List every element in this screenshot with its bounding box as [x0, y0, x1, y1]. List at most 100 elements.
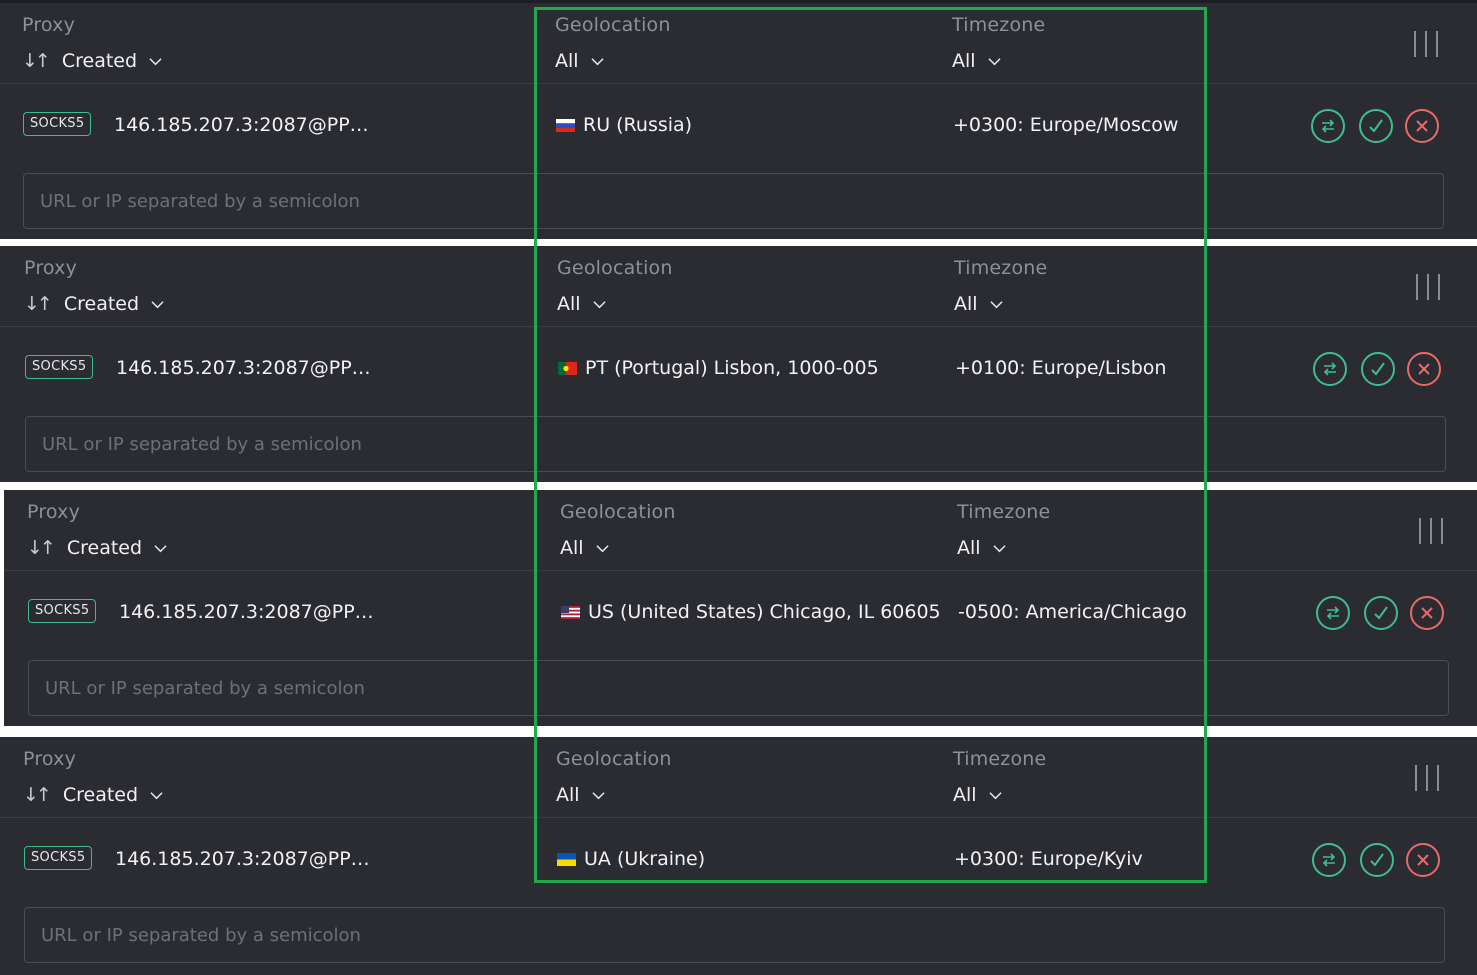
proxy-type-badge: SOCKS5	[28, 599, 97, 623]
close-icon	[1416, 120, 1428, 132]
proxy-address: 146.185.207.3:2087@PP…	[114, 114, 369, 136]
check-icon	[1370, 853, 1384, 867]
proxy-column-label: Proxy	[24, 257, 78, 279]
swap-icon	[1326, 606, 1340, 620]
check-button[interactable]	[1361, 352, 1395, 386]
proxy-panel-1: Proxy ↓↑ Created Geolocation All Timezon…	[0, 3, 1477, 239]
proxy-address: 146.185.207.3:2087@PP…	[116, 357, 371, 379]
chevron-down-icon	[595, 544, 609, 552]
proxy-column-label: Proxy	[22, 14, 76, 36]
url-input-box[interactable]	[24, 907, 1445, 963]
url-input[interactable]	[24, 174, 1443, 228]
geolocation-filter[interactable]: All	[555, 50, 604, 72]
geolocation-value: RU (Russia)	[556, 114, 692, 136]
timezone-filter-value: All	[957, 537, 981, 559]
proxy-panel-4: Proxy ↓↑ Created Geolocation All Timezon…	[0, 737, 1477, 975]
timezone-value: +0100: Europe/Lisbon	[955, 357, 1167, 379]
timezone-filter-value: All	[952, 50, 976, 72]
sort-icon: ↓↑	[24, 293, 53, 315]
sort-icon: ↓↑	[23, 784, 52, 806]
sort-dropdown[interactable]: ↓↑ Created	[24, 293, 164, 315]
remove-button[interactable]	[1406, 843, 1440, 877]
chevron-down-icon	[154, 544, 167, 552]
timezone-filter[interactable]: All	[957, 537, 1006, 559]
url-input-box[interactable]	[28, 660, 1449, 716]
remove-button[interactable]	[1405, 109, 1439, 143]
columns-icon[interactable]	[1416, 274, 1440, 300]
chevron-down-icon	[591, 791, 605, 799]
sort-label: Created	[63, 293, 140, 315]
url-input[interactable]	[29, 661, 1448, 715]
swap-button[interactable]	[1312, 843, 1346, 877]
flag-pt-icon	[558, 361, 577, 375]
geolocation-value: UA (Ukraine)	[557, 848, 705, 870]
proxy-panel-2: Proxy ↓↑ Created Geolocation All Timezon…	[0, 246, 1477, 482]
swap-button[interactable]	[1316, 596, 1350, 630]
close-icon	[1421, 607, 1433, 619]
check-button[interactable]	[1359, 109, 1393, 143]
sort-icon: ↓↑	[22, 50, 51, 72]
geolocation-column-label: Geolocation	[555, 14, 671, 36]
flag-ru-icon	[556, 118, 575, 132]
columns-icon[interactable]	[1415, 765, 1439, 791]
swap-icon	[1322, 853, 1336, 867]
timezone-filter[interactable]: All	[954, 293, 1003, 315]
chevron-down-icon	[992, 544, 1006, 552]
check-button[interactable]	[1360, 843, 1394, 877]
check-icon	[1374, 606, 1388, 620]
sort-dropdown[interactable]: ↓↑ Created	[27, 537, 167, 559]
timezone-filter[interactable]: All	[952, 50, 1001, 72]
chevron-down-icon	[988, 791, 1002, 799]
url-input-box[interactable]	[23, 173, 1444, 229]
swap-button[interactable]	[1313, 352, 1347, 386]
geolocation-text: PT (Portugal) Lisbon, 1000-005	[585, 357, 879, 379]
check-icon	[1371, 362, 1385, 376]
sort-dropdown[interactable]: ↓↑ Created	[23, 784, 163, 806]
timezone-filter-value: All	[954, 293, 978, 315]
flag-us-icon	[561, 605, 580, 619]
proxy-address: 146.185.207.3:2087@PP…	[119, 601, 374, 623]
timezone-value: -0500: America/Chicago	[958, 601, 1187, 623]
chevron-down-icon	[150, 791, 163, 799]
swap-icon	[1321, 119, 1335, 133]
geolocation-filter[interactable]: All	[557, 293, 606, 315]
swap-button[interactable]	[1311, 109, 1345, 143]
table-header	[0, 737, 1477, 818]
chevron-down-icon	[592, 300, 606, 308]
geolocation-filter-value: All	[557, 293, 581, 315]
geolocation-column-label: Geolocation	[560, 501, 676, 523]
chevron-down-icon	[151, 300, 164, 308]
columns-icon[interactable]	[1419, 518, 1443, 544]
remove-button[interactable]	[1407, 352, 1441, 386]
geolocation-filter-value: All	[556, 784, 580, 806]
url-input[interactable]	[25, 908, 1444, 962]
geolocation-column-label: Geolocation	[556, 748, 672, 770]
geolocation-filter-value: All	[560, 537, 584, 559]
timezone-column-label: Timezone	[954, 257, 1048, 279]
sort-dropdown[interactable]: ↓↑ Created	[22, 50, 162, 72]
geolocation-filter[interactable]: All	[556, 784, 605, 806]
geolocation-text: US (United States) Chicago, IL 60605	[588, 601, 941, 623]
url-input[interactable]	[26, 417, 1445, 471]
timezone-value: +0300: Europe/Kyiv	[954, 848, 1143, 870]
proxy-type-badge: SOCKS5	[23, 112, 92, 136]
flag-ua-icon	[557, 852, 576, 866]
chevron-down-icon	[989, 300, 1003, 308]
geolocation-filter[interactable]: All	[560, 537, 609, 559]
proxy-panel-3: Proxy ↓↑ Created Geolocation All Timezon…	[4, 490, 1477, 726]
timezone-filter-value: All	[953, 784, 977, 806]
geolocation-text: UA (Ukraine)	[584, 848, 706, 870]
close-icon	[1417, 854, 1429, 866]
proxy-column-label: Proxy	[23, 748, 77, 770]
timezone-column-label: Timezone	[952, 14, 1046, 36]
geolocation-text: RU (Russia)	[583, 114, 693, 136]
proxy-column-label: Proxy	[27, 501, 81, 523]
timezone-value: +0300: Europe/Moscow	[953, 114, 1179, 136]
geolocation-filter-value: All	[555, 50, 579, 72]
timezone-filter[interactable]: All	[953, 784, 1002, 806]
remove-button[interactable]	[1410, 596, 1444, 630]
url-input-box[interactable]	[25, 416, 1446, 472]
table-header	[4, 490, 1477, 571]
check-button[interactable]	[1364, 596, 1398, 630]
columns-icon[interactable]	[1414, 31, 1438, 57]
